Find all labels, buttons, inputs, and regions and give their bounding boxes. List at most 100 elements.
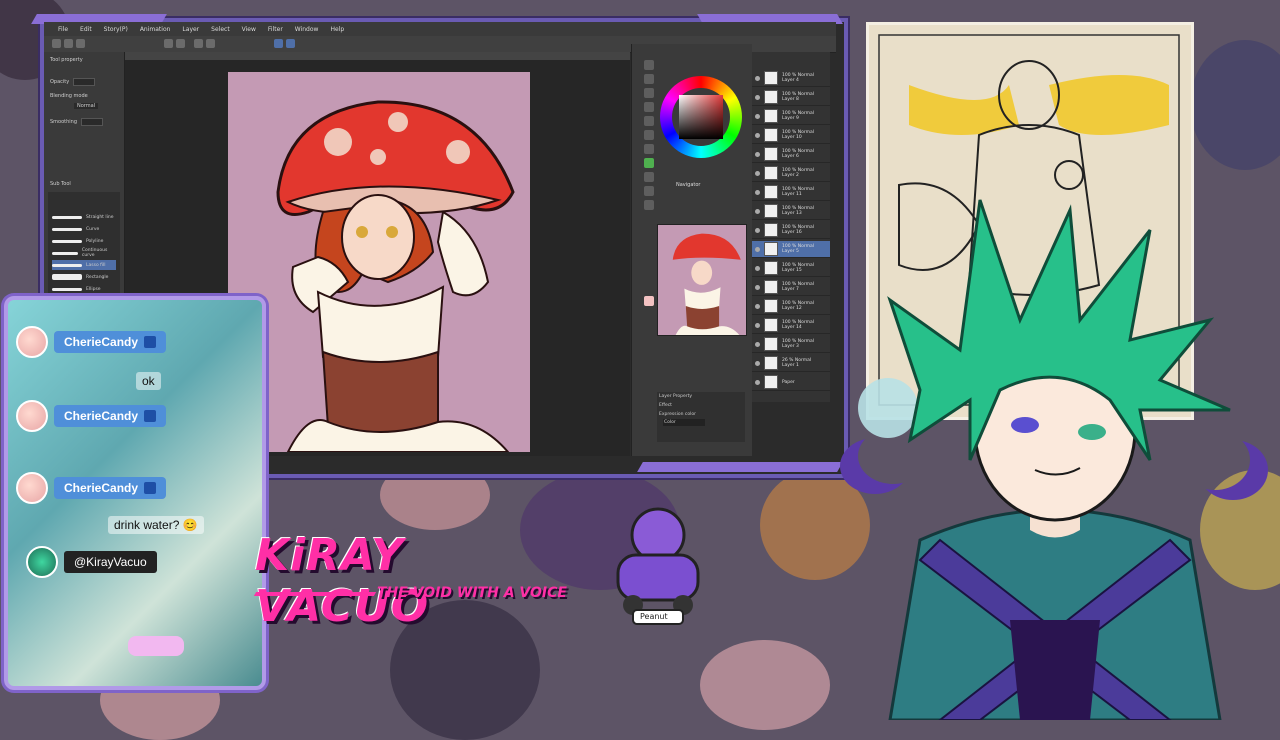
ruler-snap-icon[interactable] [286,39,295,48]
layer-row[interactable]: 100 % Normal Layer 6 [752,146,830,163]
move-tool-icon[interactable] [644,74,654,84]
eyedropper-tool-icon[interactable] [644,102,654,112]
layer-visibility-icon[interactable] [755,341,760,347]
layer-visibility-icon[interactable] [755,322,760,328]
menu-item-filter[interactable]: Filter [268,26,283,33]
layer-row[interactable]: 100 % Normal Layer 11 [752,184,830,201]
layer-visibility-icon[interactable] [755,189,760,195]
select-tool-icon[interactable] [644,88,654,98]
navigator-tab[interactable]: Navigator [676,182,700,188]
layer-name: Layer 7 [782,287,799,292]
redo-icon[interactable] [176,39,185,48]
menu-item-window[interactable]: Window [295,26,319,33]
brush-continuous-curve[interactable]: Continuous curve [52,248,116,258]
fill-tool-icon[interactable] [644,158,654,168]
brush-ellipse[interactable]: Ellipse [52,284,116,294]
menu-item-layer[interactable]: Layer [182,26,199,33]
open-file-icon[interactable] [64,39,73,48]
undo-icon[interactable] [164,39,173,48]
layer-visibility-icon[interactable] [755,94,760,100]
menu-item-select[interactable]: Select [211,26,230,33]
tool-property-tab[interactable]: Tool property [50,57,83,63]
layer-row[interactable]: 26 % Normal Layer 1 [752,355,830,372]
layer-row[interactable]: 100 % Normal Layer 7 [752,279,830,296]
pen-tool-icon[interactable] [644,116,654,126]
layer-row[interactable]: 100 % Normal Layer 3 [752,336,830,353]
brush-straight-line[interactable]: Straight line [52,212,116,222]
brush-tool-icon[interactable] [644,130,654,140]
menu-item-help[interactable]: Help [330,26,344,33]
layer-thumbnail [764,356,778,370]
opacity-field[interactable] [73,78,96,86]
layer-row[interactable]: 100 % Normal Layer 8 [752,89,830,106]
layer-visibility-icon[interactable] [755,360,760,366]
chat-message: CherieCandy [16,326,167,358]
layer-row[interactable]: Paper [752,374,830,391]
menu-item-edit[interactable]: Edit [80,26,92,33]
text-tool-icon[interactable] [644,200,654,210]
menu-item-file[interactable]: File [58,26,68,33]
layer-thumbnail [764,147,778,161]
gradient-tool-icon[interactable] [644,172,654,182]
layer-row[interactable]: 100 % Normal Layer 15 [752,260,830,277]
layer-thumbnail [764,71,778,85]
layer-row[interactable]: 100 % Normal Layer 13 [752,203,830,220]
chat-widget: CherieCandy ok CherieCandy CherieCandy d… [4,296,266,690]
brush-lasso-fill[interactable]: Lasso fill [52,260,116,270]
layer-row[interactable]: 100 % Normal Layer 5 [752,241,830,258]
new-file-icon[interactable] [52,39,61,48]
sub-tool-tab[interactable]: Sub Tool [50,181,71,187]
layer-row[interactable]: 100 % Normal Layer 4 [752,70,830,87]
layer-row[interactable]: 100 % Normal Layer 14 [752,317,830,334]
snap-icon[interactable] [274,39,283,48]
layer-name: Layer 10 [782,135,802,140]
figure-tool-icon[interactable] [644,186,654,196]
expression-color-select[interactable]: Color [663,419,705,426]
brush-curve[interactable]: Curve [52,224,116,234]
brush-rectangle[interactable]: Rectangle [52,272,116,282]
layer-visibility-icon[interactable] [755,208,760,214]
layer-name: Layer 16 [782,230,802,235]
layer-row[interactable]: 100 % Normal Layer 12 [752,298,830,315]
zoom-tool-icon[interactable] [644,60,654,70]
layer-thumbnail [764,280,778,294]
layer-row[interactable]: 100 % Normal Layer 16 [752,222,830,239]
layer-visibility-icon[interactable] [755,113,760,119]
layer-visibility-icon[interactable] [755,379,760,385]
layer-row[interactable]: 100 % Normal Layer 10 [752,127,830,144]
layer-visibility-icon[interactable] [755,151,760,157]
layer-visibility-icon[interactable] [755,246,760,252]
drawing-canvas[interactable] [228,72,530,452]
layer-thumbnail [764,223,778,237]
layer-visibility-icon[interactable] [755,303,760,309]
clear-icon[interactable] [194,39,203,48]
layer-visibility-icon[interactable] [755,132,760,138]
layer-visibility-icon[interactable] [755,170,760,176]
eraser-tool-icon[interactable] [644,144,654,154]
smoothing-field[interactable] [81,118,104,126]
blend-mode-select[interactable]: Normal [74,103,99,109]
menu-item-storyp[interactable]: Story(P) [104,26,128,33]
layer-visibility-icon[interactable] [755,75,760,81]
layer-row[interactable]: 100 % Normal Layer 2 [752,165,830,182]
layer-name: Paper [782,379,795,385]
menu-item-view[interactable]: View [242,26,256,33]
chat-username: CherieCandy [54,405,167,427]
menu-item-animation[interactable]: Animation [140,26,171,33]
layer-visibility-icon[interactable] [755,227,760,233]
main-color-swatch-icon[interactable] [644,296,654,306]
logo-underline [253,592,377,596]
layer-visibility-icon[interactable] [755,284,760,290]
save-icon[interactable] [76,39,85,48]
color-saturation-square[interactable] [679,95,723,139]
layer-row[interactable]: 100 % Normal Layer 9 [752,108,830,125]
brush-polyline[interactable]: Polyline [52,236,116,246]
layer-visibility-icon[interactable] [755,265,760,271]
layer-name: Layer 15 [782,268,802,273]
layer-label: 100 % Normal Layer 13 [782,206,814,216]
mushroom-girl-artwork [276,100,515,452]
blend-mode-label: Blending mode [50,93,88,99]
navigator-preview[interactable] [657,224,747,336]
chat-send-button[interactable] [128,636,184,656]
transform-icon[interactable] [206,39,215,48]
